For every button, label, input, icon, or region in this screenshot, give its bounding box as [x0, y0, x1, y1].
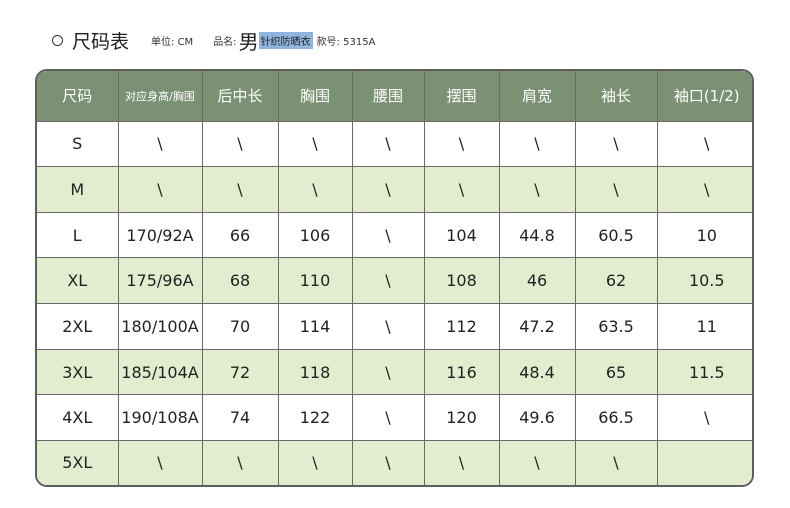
table-cell: 46: [499, 257, 576, 305]
table-cell: L: [37, 212, 119, 259]
table-cell: 114: [278, 303, 353, 350]
product-gender: 男: [238, 29, 259, 54]
table-cell: XL: [37, 257, 119, 305]
table-cell: \: [424, 166, 500, 213]
table-cell: \: [352, 349, 425, 396]
table-cell: \: [278, 121, 353, 168]
table-row: 4XL 190/108A 74 122 \ 120 49.6 66.5 \: [37, 394, 752, 441]
table-cell: \: [499, 121, 576, 168]
table-cell: \: [278, 440, 353, 485]
table-cell: 110: [278, 257, 353, 305]
table-cell: \: [352, 257, 425, 305]
table-row: 3XL 185/104A 72 118 \ 116 48.4 65 11.5: [37, 349, 752, 396]
table-cell: 4XL: [37, 394, 119, 441]
table-cell: \: [575, 440, 658, 485]
table-cell: 11: [657, 303, 752, 350]
table-cell: \: [352, 166, 425, 213]
table-cell: M: [37, 166, 119, 213]
title-bar: 尺码表 单位: CM 品名: 男 针织防晒衣 款号: 5315A: [52, 24, 375, 56]
column-header: 尺码: [37, 71, 119, 122]
table-cell: 63.5: [575, 303, 658, 350]
table-cell: \: [278, 166, 353, 213]
table-cell: 116: [424, 349, 500, 396]
page-title: 尺码表: [72, 30, 130, 53]
table-cell: 66: [202, 212, 279, 259]
column-header: 袖长: [575, 71, 658, 122]
table-cell: \: [118, 121, 203, 168]
table-cell: 120: [424, 394, 500, 441]
table-cell: 10: [657, 212, 752, 259]
table-row: S \ \ \ \ \ \ \ \: [37, 121, 752, 168]
table-cell: 62: [575, 257, 658, 305]
table-cell: \: [424, 121, 500, 168]
style-number: 款号: 5315A: [316, 36, 376, 48]
table-cell: 112: [424, 303, 500, 350]
table-cell: \: [118, 440, 203, 485]
table-cell: \: [202, 440, 279, 485]
table-cell: 47.2: [499, 303, 576, 350]
table-cell: \: [499, 166, 576, 213]
table-cell: 180/100A: [118, 303, 203, 350]
unit-label: 单位: CM: [151, 36, 194, 48]
table-cell: 65: [575, 349, 658, 396]
table-cell: 70: [202, 303, 279, 350]
table-cell: 118: [278, 349, 353, 396]
table-cell: 49.6: [499, 394, 576, 441]
table-cell: \: [352, 440, 425, 485]
table-row: L 170/92A 66 106 \ 104 44.8 60.5 10: [37, 212, 752, 259]
table-cell: 106: [278, 212, 353, 259]
table-cell: \: [575, 121, 658, 168]
table-cell: 175/96A: [118, 257, 203, 305]
table-cell: 122: [278, 394, 353, 441]
column-header: 对应身高/胸围: [118, 71, 203, 122]
product-name-label: 品名:: [213, 36, 237, 48]
table-cell: \: [499, 440, 576, 485]
table-cell: \: [657, 121, 752, 168]
table-cell: 66.5: [575, 394, 658, 441]
table-cell: 108: [424, 257, 500, 305]
table-cell: 72: [202, 349, 279, 396]
table-cell: 60.5: [575, 212, 658, 259]
table-row: 5XL \ \ \ \ \ \ \: [37, 440, 752, 485]
table-header-row: 尺码 对应身高/胸围 后中长 胸围 腰围 摆围 肩宽 袖长 袖口(1/2): [37, 71, 752, 122]
column-header: 腰围: [352, 71, 425, 122]
table-cell: 170/92A: [118, 212, 203, 259]
product-name-selected[interactable]: 针织防晒衣: [258, 31, 313, 49]
table-cell: \: [118, 166, 203, 213]
circle-bullet-icon: [52, 34, 63, 46]
table-cell: \: [352, 394, 425, 441]
table-cell: 68: [202, 257, 279, 305]
column-header: 后中长: [202, 71, 279, 122]
table-cell: \: [352, 212, 425, 259]
column-header: 胸围: [278, 71, 353, 122]
table-cell: \: [352, 303, 425, 350]
column-header: 袖口(1/2): [657, 71, 752, 122]
size-chart-table: 尺码 对应身高/胸围 后中长 胸围 腰围 摆围 肩宽 袖长 袖口(1/2) S …: [35, 69, 754, 487]
table-cell: 74: [202, 394, 279, 441]
table-cell: 5XL: [37, 440, 119, 485]
table-cell: S: [37, 121, 119, 168]
table-cell: \: [424, 440, 500, 485]
table-row: M \ \ \ \ \ \ \ \: [37, 166, 752, 213]
table-cell: \: [575, 166, 658, 213]
table-cell: 11.5: [657, 349, 752, 396]
table-cell: \: [657, 166, 752, 213]
table-cell: \: [352, 121, 425, 168]
table-cell: \: [202, 166, 279, 213]
column-header: 肩宽: [499, 71, 576, 122]
column-header: 摆围: [424, 71, 500, 122]
table-row: XL 175/96A 68 110 \ 108 46 62 10.5: [37, 257, 752, 305]
table-cell: 185/104A: [118, 349, 203, 396]
table-cell: \: [202, 121, 279, 168]
table-cell: 190/108A: [118, 394, 203, 441]
table-cell: 48.4: [499, 349, 576, 396]
table-cell: 10.5: [657, 257, 752, 305]
table-cell: 104: [424, 212, 500, 259]
table-cell: 44.8: [499, 212, 576, 259]
table-cell: 2XL: [37, 303, 119, 350]
table-cell: [657, 440, 752, 485]
table-cell: 3XL: [37, 349, 119, 396]
table-cell: \: [657, 394, 752, 441]
table-row: 2XL 180/100A 70 114 \ 112 47.2 63.5 11: [37, 303, 752, 350]
